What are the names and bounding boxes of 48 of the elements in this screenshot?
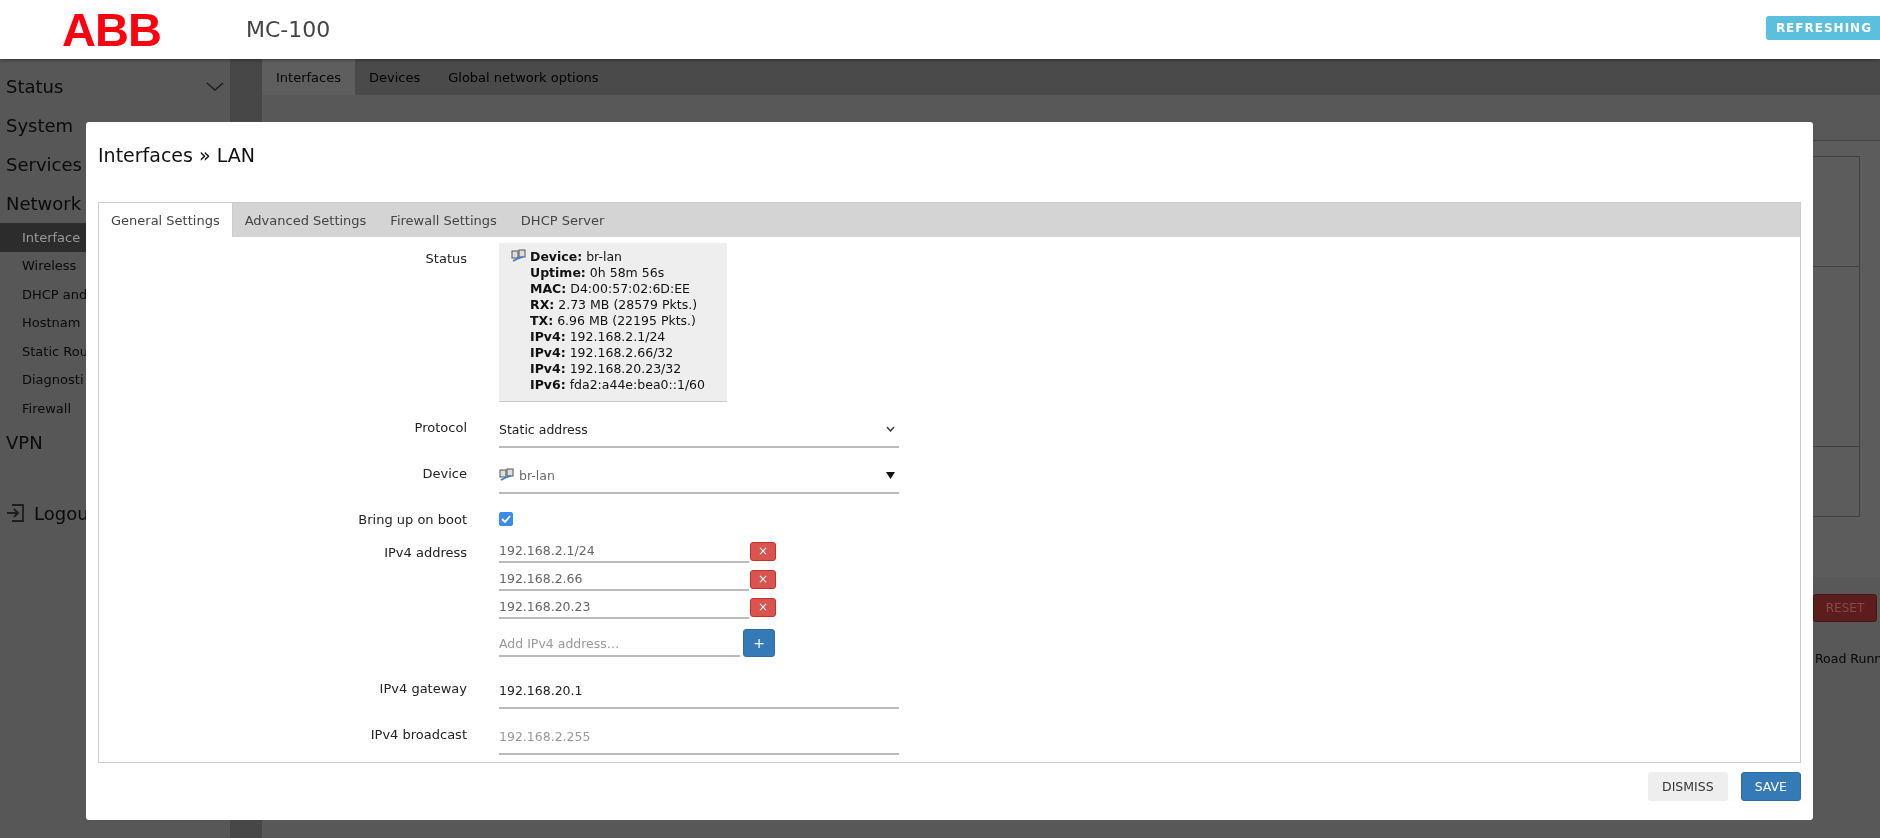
- status-line: IPv6: fda2:a44e:bea0::1/60: [530, 377, 705, 393]
- status-line: TX: 6.96 MB (22195 Pkts.): [530, 313, 697, 329]
- field-label: IPv4 address: [383, 544, 467, 560]
- remove-button[interactable]: ×: [750, 597, 776, 617]
- field-label: IPv4 broadcast: [369, 726, 467, 742]
- network-device-icon: [499, 468, 515, 482]
- logout-link[interactable]: Logou: [34, 502, 89, 524]
- field-label: Status: [424, 250, 467, 266]
- device-title: MC-100: [246, 17, 331, 42]
- page-tab[interactable]: Interfaces: [262, 59, 355, 95]
- field-label: IPv4 gateway: [378, 680, 467, 696]
- field-label: Device: [421, 465, 467, 481]
- sidebar-item[interactable]: Network: [6, 193, 82, 214]
- save-button[interactable]: SAVE: [1740, 772, 1801, 801]
- dialog-title: Interfaces » LAN: [98, 144, 255, 166]
- add-button[interactable]: +: [743, 629, 775, 657]
- page-tab[interactable]: Devices: [355, 59, 435, 95]
- status-line: IPv4: 192.168.2.1/24: [530, 329, 667, 345]
- sidebar-item[interactable]: System: [6, 115, 74, 136]
- status-line: MAC: D4:00:57:02:6D:EE: [530, 281, 691, 297]
- network-device-icon: [511, 249, 527, 263]
- field-label: Bring up on boot: [357, 511, 467, 527]
- status-line: Uptime: 0h 58m 56s: [530, 265, 666, 281]
- logout-icon: [6, 504, 24, 522]
- dismiss-button[interactable]: DISMISS: [1648, 772, 1728, 801]
- caret-icon: [886, 471, 895, 479]
- status-line: Device: br-lan: [530, 249, 623, 265]
- chevron-icon: [206, 81, 224, 92]
- logo: ABB: [62, 7, 162, 52]
- sidebar-item[interactable]: Status: [6, 76, 64, 97]
- dialog-tab[interactable]: Firewall Settings: [378, 203, 509, 237]
- remove-button[interactable]: ×: [750, 541, 776, 561]
- refreshing-badge: REFRESHING: [1765, 15, 1880, 40]
- status-line: RX: 2.73 MB (28579 Pkts.): [530, 297, 699, 313]
- sidebar-item[interactable]: VPN: [6, 431, 43, 453]
- device-select[interactable]: br-lan: [499, 458, 899, 494]
- checkbox[interactable]: [499, 512, 513, 526]
- status-line: IPv4: 192.168.20.23/32: [530, 361, 683, 377]
- sidebar-item[interactable]: Services: [6, 154, 82, 175]
- field-label: Protocol: [413, 419, 467, 435]
- page-tab[interactable]: Global network options: [434, 59, 613, 95]
- dialog-tab[interactable]: General Settings: [99, 203, 233, 237]
- dialog-tab[interactable]: Advanced Settings: [232, 203, 379, 237]
- dialog-tab[interactable]: DHCP Server: [508, 203, 617, 237]
- remove-button[interactable]: ×: [750, 569, 776, 589]
- chevron-icon: [886, 426, 895, 432]
- status-line: IPv4: 192.168.2.66/32: [530, 345, 675, 361]
- protocol-select[interactable]: Static address: [499, 412, 899, 448]
